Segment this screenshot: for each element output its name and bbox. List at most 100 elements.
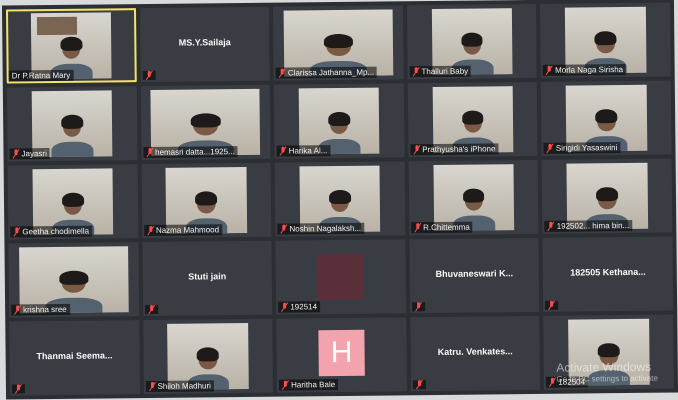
participant-name: MS.Y.Sailaja — [178, 36, 231, 48]
activate-windows-watermark: Activate Windows Go to PC settings to ac… — [556, 360, 658, 384]
participant-tile[interactable]: Dr P.Ratna Mary — [5, 8, 137, 84]
participant-mic-tag — [545, 300, 559, 310]
participant-tile[interactable]: Thanmai Seema... — [9, 320, 140, 396]
participant-name: Katru. Venkates... — [437, 345, 513, 357]
mic-muted-icon — [147, 226, 154, 235]
participant-name-tag: Nazma Mahmood — [143, 224, 223, 237]
participant-tile[interactable]: krishna sree — [8, 242, 139, 318]
mic-muted-icon — [547, 144, 554, 153]
participant-name: Noshin Nagalaksh... — [289, 223, 362, 234]
participant-tile[interactable]: MS.Y.Sailaja — [139, 6, 270, 83]
participant-tile[interactable]: 192502... hima bin... — [541, 158, 673, 234]
participant-tile[interactable]: Stuti jain — [142, 240, 273, 317]
participant-name: Thanmai Seema... — [36, 349, 113, 361]
mic-muted-icon — [15, 384, 22, 393]
participant-name-tag: Shiloh Madhuri — [145, 380, 214, 393]
participant-mic-tag — [412, 380, 426, 390]
participant-name: Morla Naga Sirisha — [555, 65, 624, 75]
participant-name-tag: R.Chittemma — [411, 221, 473, 234]
participant-name: Haritha Bale — [291, 380, 336, 390]
mic-muted-icon — [413, 145, 420, 154]
participant-name: Bhuvaneswari K... — [435, 267, 514, 279]
participant-figure — [51, 114, 94, 158]
zoom-gallery-screen: Dr P.Ratna Mary MS.Y.Sailaja Clarissa Jath… — [1, 0, 678, 400]
participant-mic-tag — [411, 302, 425, 312]
participant-name-tag: Geetha chodimella — [10, 225, 93, 238]
mic-muted-icon — [416, 380, 423, 389]
participant-tile[interactable]: Bhuvaneswari K... — [409, 237, 540, 314]
participant-name: R.Chittemma — [423, 222, 470, 233]
mic-muted-icon — [414, 223, 421, 232]
profile-avatar: H — [318, 329, 365, 377]
mic-muted-icon — [146, 148, 153, 157]
gallery-grid: Dr P.Ratna Mary MS.Y.Sailaja Clarissa Jath… — [5, 2, 675, 396]
mic-muted-icon — [13, 227, 20, 236]
participant-tile[interactable]: Harika Al... — [273, 83, 405, 159]
participant-tile[interactable]: Prathyusha's iPhone — [407, 81, 538, 158]
participant-name-tag: Morla Naga Sirisha — [542, 63, 627, 76]
participant-tile[interactable]: Noshin Nagalaksh... — [274, 161, 406, 237]
participant-tile[interactable]: H Haritha Bale — [276, 317, 407, 393]
participant-name-tag: Dr P.Ratna Mary — [8, 69, 74, 82]
participant-name: Jayasri — [21, 149, 47, 159]
mic-muted-icon — [14, 305, 21, 314]
participant-name-tag: Clarissa Jathanna_Mp... — [275, 66, 378, 79]
participant-tile[interactable]: Clarissa Jathanna_Mp... — [273, 5, 404, 81]
mic-muted-icon — [282, 381, 289, 390]
participant-name: 192502... hima bin... — [556, 220, 630, 231]
participant-tile[interactable]: R.Chittemma — [408, 159, 539, 236]
participant-name-tag: 192514 — [278, 301, 321, 313]
participant-mic-tag — [144, 304, 158, 315]
participant-name: Shiloh Madhuri — [157, 381, 211, 391]
participant-name-tag: Haritha Bale — [279, 379, 339, 391]
participant-name-tag: Noshin Nagalaksh... — [277, 222, 365, 235]
watermark-line2: Go to PC settings to activate — [556, 373, 658, 384]
participant-tile[interactable]: Sirigidi Yasaswini — [541, 80, 672, 156]
participant-name: Geetha chodimella — [22, 226, 90, 237]
participant-name: Clarissa Jathanna_Mp... — [287, 67, 375, 78]
mic-muted-icon — [148, 382, 155, 391]
participant-name: krishna sree — [23, 304, 67, 315]
participant-name: hemasri datta...1925... — [155, 147, 235, 157]
mic-muted-icon — [280, 225, 287, 234]
participant-tile[interactable]: Katru. Venkates... — [410, 315, 541, 392]
participant-tile[interactable]: 192514 — [275, 239, 406, 315]
participant-name: Nazma Mahmood — [155, 225, 220, 235]
participant-mic-tag — [142, 70, 156, 81]
participant-tile[interactable]: Morla Naga Sirisha — [540, 2, 671, 78]
mic-muted-icon — [548, 222, 555, 231]
participant-tile[interactable]: Geetha chodimella — [7, 164, 138, 240]
wall-frame — [36, 16, 77, 36]
participant-tile[interactable]: Shiloh Madhuri — [142, 318, 274, 395]
participant-name: 192514 — [290, 302, 318, 312]
mic-muted-icon — [281, 303, 288, 312]
participant-name: Stuti jain — [188, 270, 227, 282]
mic-muted-icon — [148, 305, 155, 314]
participant-name-tag: krishna sree — [11, 303, 70, 316]
participant-mic-tag — [11, 384, 26, 394]
participant-name: Thalluri Baby — [421, 66, 469, 77]
mic-muted-icon — [546, 66, 553, 75]
mic-muted-icon — [12, 149, 19, 158]
mic-muted-icon — [415, 302, 422, 311]
mic-muted-icon — [279, 69, 286, 78]
participant-name: Dr P.Ratna Mary — [11, 70, 71, 81]
participant-name: Prathyusha's iPhone — [422, 144, 496, 155]
participant-name: Harika Al... — [288, 146, 328, 156]
participant-name-tag: Prathyusha's iPhone — [410, 143, 499, 156]
participant-tile[interactable]: Nazma Mahmood — [141, 162, 272, 239]
participant-name-tag: Thalluri Baby — [409, 65, 472, 78]
participant-tile[interactable]: Jayasri — [6, 86, 138, 162]
participant-name-tag: Jayasri — [9, 148, 50, 160]
participant-tile[interactable]: 182505 Kethana... — [542, 236, 674, 312]
profile-avatar — [317, 253, 365, 301]
mic-muted-icon — [548, 301, 555, 310]
participant-name: Sirigidi Yasaswini — [555, 143, 618, 153]
participant-name-tag: Sirigidi Yasaswini — [543, 142, 621, 154]
participant-tile[interactable]: Thalluri Baby — [406, 3, 538, 80]
participant-name-tag: 192502... hima bin... — [544, 219, 633, 232]
participant-name-tag: Harika Al... — [276, 145, 331, 157]
mic-muted-icon — [412, 67, 419, 76]
participant-name-tag: hemasri datta...1925... — [143, 146, 238, 159]
participant-tile[interactable]: hemasri datta...1925... — [140, 84, 271, 161]
